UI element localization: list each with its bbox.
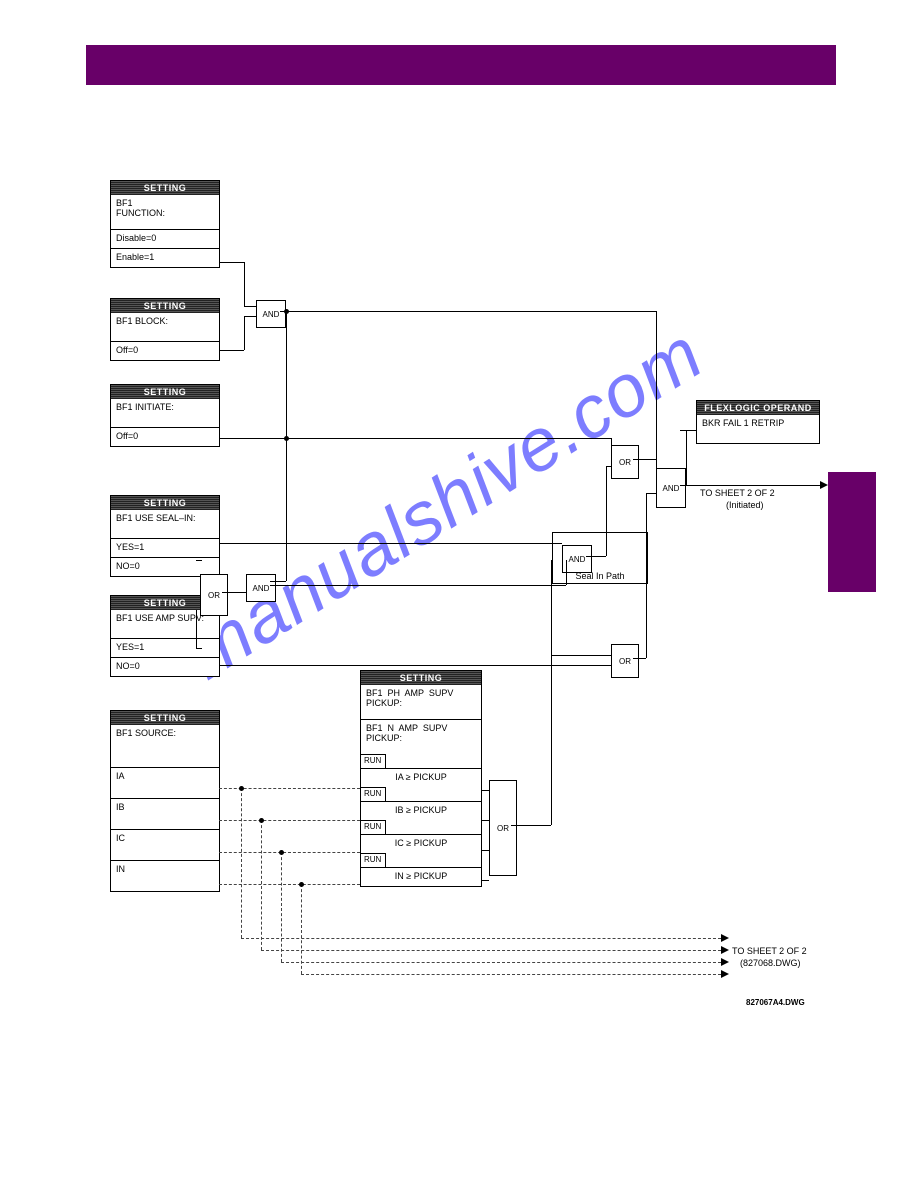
caption-to-sheet-2-sub: (827068.DWG) — [740, 958, 801, 968]
block-source: SETTING BF1 SOURCE: IA IB IC IN — [110, 710, 220, 892]
arrow-ic — [721, 958, 729, 966]
block-pickup-ph: BF1 PH AMP SUPV PICKUP: — [361, 685, 481, 719]
block-source-ia: IA — [111, 767, 219, 798]
block-initiate-name: BF1 INITIATE: — [111, 399, 219, 427]
block-use-amp-no: NO=0 — [111, 657, 219, 676]
caption-to-sheet-1: TO SHEET 2 OF 2 — [700, 488, 820, 498]
block-block-hdr: SETTING — [111, 299, 219, 313]
page-root: manualshive.com SETTING BF1 FUNCTION: Di… — [0, 0, 918, 1188]
arrow-in — [721, 970, 729, 978]
block-initiate-hdr: SETTING — [111, 385, 219, 399]
block-initiate-off: Off=0 — [111, 427, 219, 446]
block-flexlogic: FLEXLOGIC OPERAND BKR FAIL 1 RETRIP — [696, 400, 820, 444]
block-source-hdr: SETTING — [111, 711, 219, 725]
block-function-hdr: SETTING — [111, 181, 219, 195]
block-pickup-ic: IC ≥ PICKUP — [361, 834, 481, 853]
header-bar — [86, 45, 836, 85]
block-source-in: IN — [111, 860, 219, 891]
block-initiate: SETTING BF1 INITIATE: Off=0 — [110, 384, 220, 447]
block-function-disable: Disable=0 — [111, 229, 219, 248]
block-use-seal: SETTING BF1 USE SEAL–IN: YES=1 NO=0 — [110, 495, 220, 577]
block-source-name: BF1 SOURCE: — [111, 725, 219, 767]
block-block-off: Off=0 — [111, 341, 219, 360]
gate-or-2: OR — [611, 445, 639, 479]
caption-to-sheet-1-sub: (Initiated) — [726, 500, 764, 510]
block-pickup-hdr: SETTING — [361, 671, 481, 685]
block-function-name: BF1 FUNCTION: — [111, 195, 219, 229]
block-pickup-ib: IB ≥ PICKUP — [361, 801, 481, 820]
arrow-to-sheet-initiated — [820, 481, 828, 489]
block-pickup-run4: RUN — [361, 853, 386, 867]
block-flexlogic-hdr: FLEXLOGIC OPERAND — [697, 401, 819, 415]
block-function-enable: Enable=1 — [111, 248, 219, 267]
block-use-seal-yes: YES=1 — [111, 538, 219, 557]
block-pickup: SETTING BF1 PH AMP SUPV PICKUP: BF1 N AM… — [360, 670, 482, 887]
block-pickup-in: IN ≥ PICKUP — [361, 867, 481, 886]
block-use-seal-hdr: SETTING — [111, 496, 219, 510]
side-tab — [828, 472, 876, 592]
arrow-ia — [721, 934, 729, 942]
gate-or-3: OR — [611, 644, 639, 678]
block-source-ic: IC — [111, 829, 219, 860]
drawing-ref: 827067A4.DWG — [746, 998, 805, 1007]
block-function: SETTING BF1 FUNCTION: Disable=0 Enable=1 — [110, 180, 220, 268]
gate-and-final: AND — [656, 468, 686, 508]
block-pickup-run1: RUN — [361, 754, 386, 768]
block-use-amp-yes: YES=1 — [111, 638, 219, 657]
block-pickup-ia: IA ≥ PICKUP — [361, 768, 481, 787]
block-pickup-run3: RUN — [361, 820, 386, 834]
block-source-ib: IB — [111, 798, 219, 829]
gate-or-pickup: OR — [489, 780, 517, 876]
block-block: SETTING BF1 BLOCK: Off=0 — [110, 298, 220, 361]
gate-and-2: AND — [246, 574, 276, 602]
block-flexlogic-val: BKR FAIL 1 RETRIP — [697, 415, 819, 443]
block-pickup-run2: RUN — [361, 787, 386, 801]
logic-diagram: manualshive.com SETTING BF1 FUNCTION: Di… — [86, 150, 831, 1030]
block-pickup-n: BF1 N AMP SUPV PICKUP: — [361, 719, 481, 754]
block-block-name: BF1 BLOCK: — [111, 313, 219, 341]
block-use-seal-name: BF1 USE SEAL–IN: — [111, 510, 219, 538]
gate-and-1: AND — [256, 300, 286, 328]
seal-in-label: Seal In Path — [553, 571, 647, 581]
caption-to-sheet-2: TO SHEET 2 OF 2 — [732, 946, 807, 956]
arrow-ib — [721, 946, 729, 954]
gate-or-1: OR — [200, 574, 228, 616]
